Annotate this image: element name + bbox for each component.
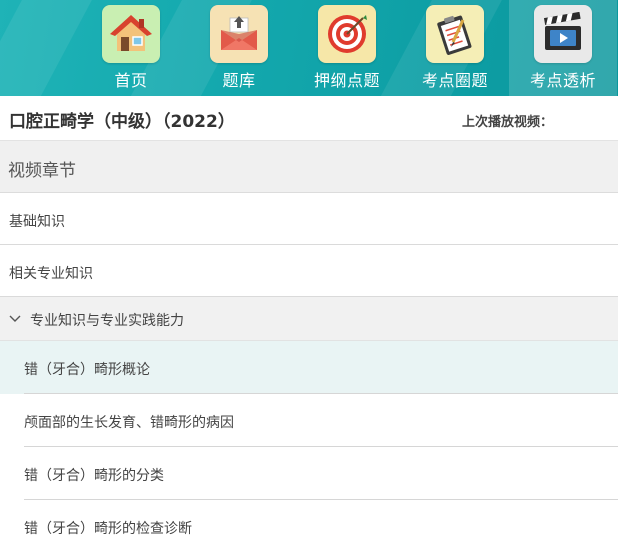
lesson-item[interactable]: 错（牙合）畸形的分类 [0, 447, 618, 500]
chapter-label: 相关专业知识 [9, 266, 93, 282]
chapter-item-related-knowledge[interactable]: 相关专业知识 [0, 245, 618, 297]
home-icon [102, 5, 160, 63]
nav-item-key-points[interactable]: 押纲点题 [293, 0, 401, 96]
envelope-icon [210, 5, 268, 63]
lesson-item[interactable]: 错（牙合）畸形概论 [0, 341, 618, 394]
nav-label: 押纲点题 [313, 71, 380, 90]
last-played-video-link[interactable]: 上次播放视频： [462, 111, 553, 130]
course-header: 口腔正畸学（中级）（2022） 上次播放视频： [0, 96, 618, 140]
chapter-item-professional-practice[interactable]: 专业知识与专业实践能力 [0, 297, 618, 341]
lesson-label: 错（牙合）畸形概论 [24, 362, 150, 378]
lesson-label: 颅面部的生长发育、错畸形的病因 [24, 415, 234, 431]
nav-item-question-bank[interactable]: 题库 [185, 0, 293, 96]
lesson-label: 错（牙合）畸形的检查诊断 [24, 521, 192, 537]
lesson-label: 错（牙合）畸形的分类 [24, 468, 164, 484]
chapter-label: 基础知识 [9, 214, 65, 230]
target-icon [318, 5, 376, 63]
top-nav: 首页 题库 押纲点题 考点圈题 考点透析 [0, 0, 618, 96]
section-title: 视频章节 [8, 161, 76, 181]
video-clapper-icon [534, 5, 592, 63]
clipboard-pen-icon [426, 5, 484, 63]
chevron-down-icon [9, 315, 21, 322]
chapter-item-basic-knowledge[interactable]: 基础知识 [0, 193, 618, 245]
lesson-item[interactable]: 错（牙合）畸形的检查诊断 [0, 500, 618, 541]
nav-label: 题库 [222, 71, 256, 90]
nav-item-video-analysis[interactable]: 考点透析 [509, 0, 617, 96]
course-title: 口腔正畸学（中级）（2022） [9, 112, 235, 132]
nav-item-circled-points[interactable]: 考点圈题 [401, 0, 509, 96]
lesson-item[interactable]: 颅面部的生长发育、错畸形的病因 [0, 394, 618, 447]
section-header: 视频章节 [0, 140, 618, 193]
nav-item-home[interactable]: 首页 [77, 0, 185, 96]
nav-label: 首页 [114, 71, 148, 90]
nav-label: 考点圈题 [421, 71, 488, 90]
chapter-label: 专业知识与专业实践能力 [30, 313, 184, 329]
nav-label: 考点透析 [529, 71, 596, 90]
